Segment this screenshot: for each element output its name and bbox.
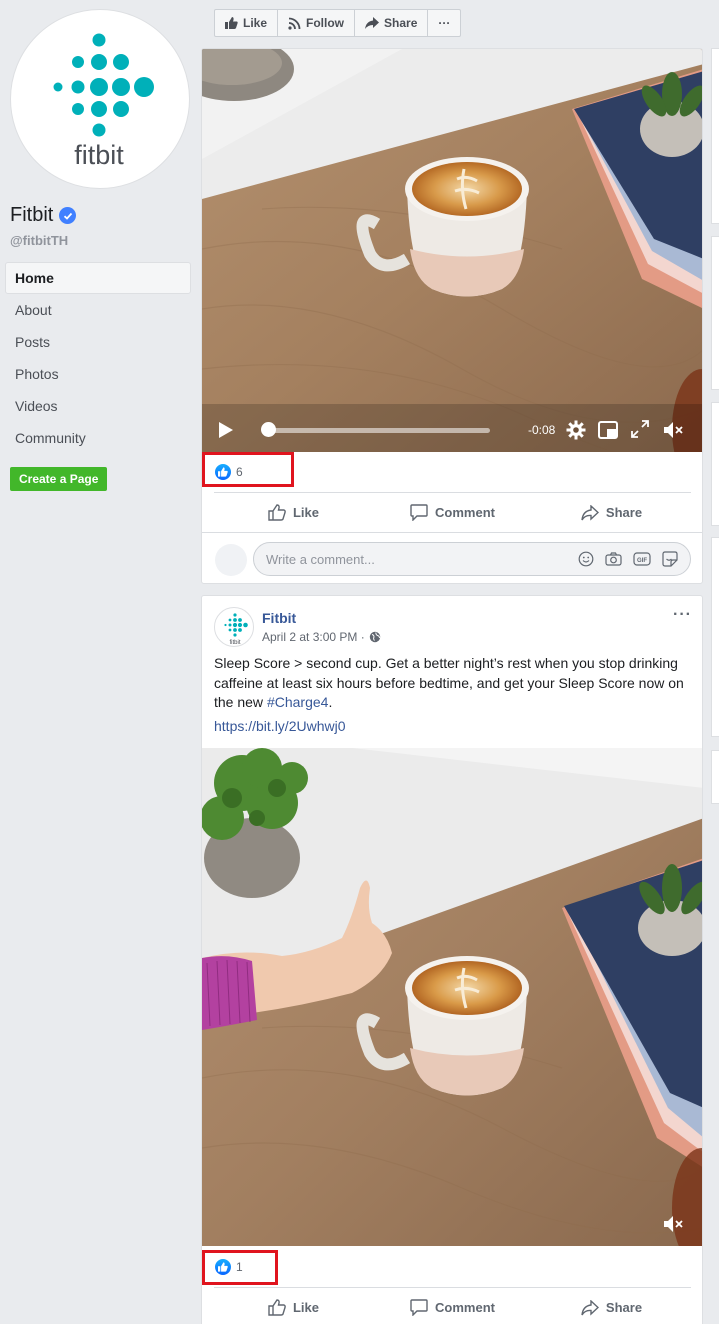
post-options-icon[interactable]: ··· [673,606,692,624]
video-frame-coffee-hand [202,748,702,1246]
post-author-avatar[interactable]: fitbit [214,607,254,647]
like-button[interactable]: Like [214,1288,373,1324]
right-column-card [711,48,719,224]
video-player[interactable]: -0:08 [202,49,702,452]
post-action-bar: Like Comment Share [214,1287,691,1324]
nav-item-photos[interactable]: Photos [5,358,191,390]
comment-composer: Write a comment... GIF [202,532,702,583]
svg-text:GIF: GIF [637,558,647,564]
post-text-end: . [328,694,333,710]
mute-volume-icon[interactable] [662,420,684,440]
page-like-button[interactable]: Like [215,10,279,36]
page-handle: @fitbitTH [10,233,69,248]
play-icon[interactable] [219,422,233,438]
comment-bubble-icon [410,504,428,521]
comment-label: Comment [435,505,495,520]
right-column-card [711,402,719,526]
right-column-card [711,236,719,390]
globe-public-icon[interactable] [369,631,381,643]
hashtag-link[interactable]: #Charge4 [267,694,329,710]
fitbit-logo-icon: fitbit [224,613,248,646]
like-label: Like [292,505,319,520]
right-column-card [711,750,719,804]
thumbs-up-icon [225,17,238,29]
video-progress-track[interactable] [268,428,490,433]
nav-item-videos[interactable]: Videos [5,390,191,422]
nav-item-posts[interactable]: Posts [5,326,191,358]
create-page-button[interactable]: Create a Page [10,467,108,491]
fullscreen-icon[interactable] [631,420,649,438]
video-progress-handle[interactable] [261,422,276,437]
share-arrow-outline-icon [581,504,599,521]
nav-item-community[interactable]: Community [5,422,191,454]
share-arrow-icon [365,17,380,29]
page-name-text[interactable]: Fitbit [10,204,53,227]
comment-bubble-icon [410,1299,428,1316]
comment-label: Comment [435,1300,495,1315]
share-button[interactable]: Share [532,493,691,532]
mute-volume-icon[interactable] [662,1214,684,1234]
post-timestamp[interactable]: April 2 at 3:00 PM · [262,630,365,644]
comment-input[interactable]: Write a comment... GIF [253,542,691,576]
comment-button[interactable]: Comment [373,1288,532,1324]
highlight-box [202,452,294,487]
emoji-icon[interactable] [578,551,594,567]
page-share-button[interactable]: Share [355,10,429,36]
share-label: Share [605,505,643,520]
more-icon: ··· [438,16,451,30]
page-profile-picture[interactable]: fitbit [10,9,190,189]
page-action-bar: Like Follow Share ··· [214,9,462,37]
page-like-label: Like [243,16,268,30]
page-follow-label: Follow [306,16,345,30]
nav-item-home[interactable]: Home [5,262,191,294]
fitbit-wordmark: fitbit [229,640,240,646]
nav-item-about[interactable]: About [5,294,191,326]
fitbit-logo-icon: fitbit [53,33,154,170]
post-url-link[interactable]: https://bit.ly/2Uwhwj0 [214,718,346,734]
post-author-name[interactable]: Fitbit [262,610,296,626]
rss-follow-icon [288,17,301,30]
highlight-box [202,1250,278,1285]
video-time-remaining: -0:08 [528,423,556,437]
sticker-icon[interactable] [662,551,678,567]
page-name[interactable]: Fitbit [10,204,77,227]
post-meta: April 2 at 3:00 PM · [262,630,381,644]
page-follow-button[interactable]: Follow [278,10,356,36]
page-nav: Home About Posts Photos Videos Community [5,262,191,454]
verified-badge-icon [59,207,77,224]
fitbit-wordmark: fitbit [74,140,124,170]
right-column-card [711,537,719,737]
camera-icon[interactable] [605,551,622,567]
commenter-avatar [215,544,247,576]
comment-button[interactable]: Comment [373,493,532,532]
page-share-label: Share [384,16,418,30]
like-button[interactable]: Like [214,493,373,532]
post-card: -0:08 6 Like Comment Share Write a comme… [201,48,703,584]
post-text: Sleep Score > second cup. Get a better n… [214,654,694,713]
share-button[interactable]: Share [532,1288,691,1324]
comment-tools: GIF [578,551,678,567]
video-controls: -0:08 [202,408,702,452]
video-frame-coffee [202,49,702,452]
post-card: fitbit Fitbit April 2 at 3:00 PM · ··· S… [201,595,703,1324]
video-player[interactable] [202,748,702,1246]
share-arrow-outline-icon [581,1299,599,1316]
comment-placeholder: Write a comment... [266,552,375,567]
thumbs-up-outline-icon [268,1299,286,1316]
post-action-bar: Like Comment Share [214,492,691,532]
thumbs-up-outline-icon [268,504,286,521]
settings-gear-icon[interactable] [566,420,586,440]
share-label: Share [605,1300,643,1315]
page-more-button[interactable]: ··· [428,10,460,36]
like-label: Like [292,1300,319,1315]
gif-icon[interactable]: GIF [633,551,651,567]
picture-in-picture-icon[interactable] [598,420,618,440]
